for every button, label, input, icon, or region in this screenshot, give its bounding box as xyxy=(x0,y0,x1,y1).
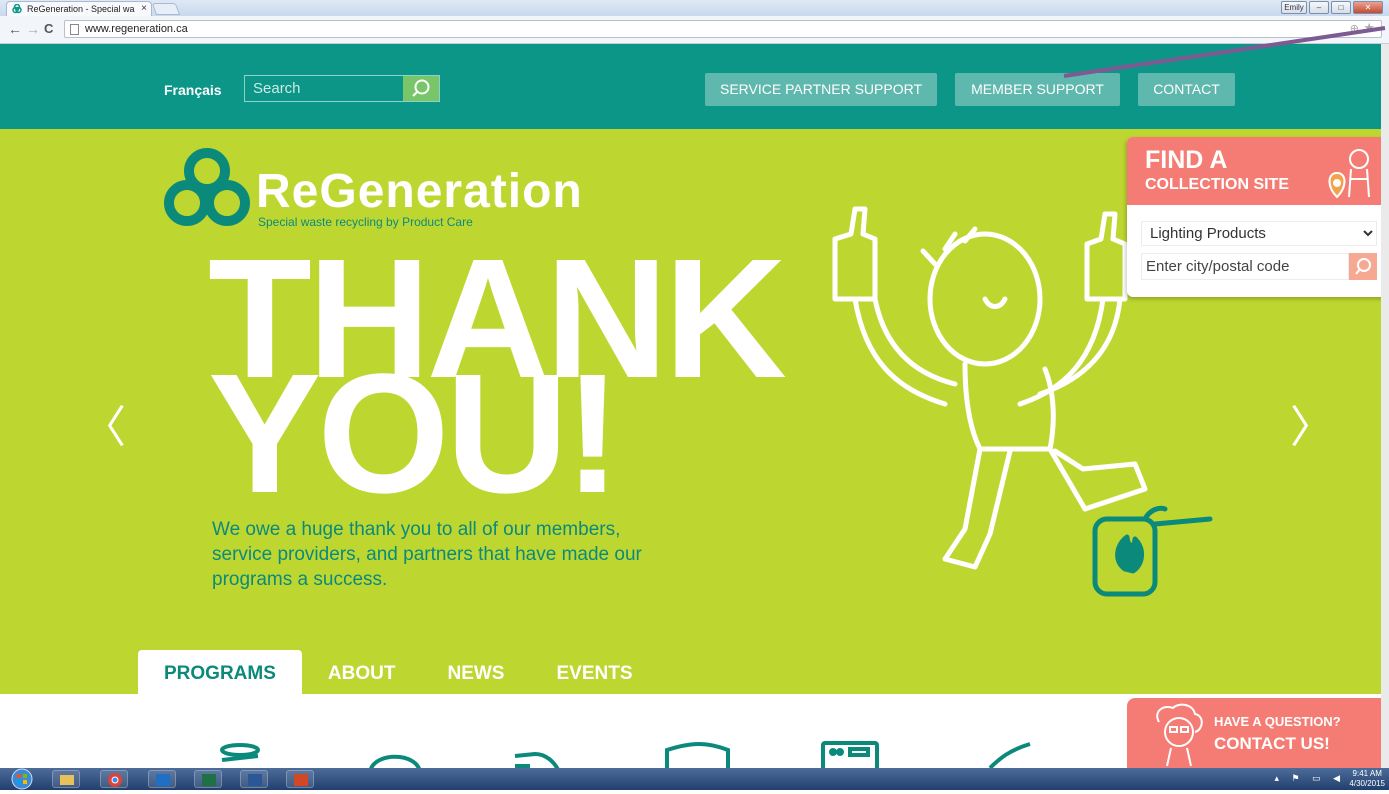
maximize-button[interactable]: □ xyxy=(1331,1,1351,14)
clock-date: 4/30/2015 xyxy=(1349,779,1385,788)
contact-us-widget[interactable]: HAVE A QUESTION? CONTACT US! xyxy=(1127,698,1389,768)
browser-tab-strip: ReGeneration - Special wa × Emily – □ ✕ xyxy=(0,0,1389,16)
question-character-icon xyxy=(1156,703,1203,766)
system-tray-icons[interactable]: ▴ ⚑ ▭ ◀ xyxy=(1274,773,1345,784)
service-partner-support-button[interactable]: SERVICE PARTNER SUPPORT xyxy=(705,73,937,106)
annotation-arrow xyxy=(1063,26,1386,78)
windows-taskbar: ▴ ⚑ ▭ ◀ 9:41 AM 4/30/2015 xyxy=(0,768,1389,790)
logo-wordmark[interactable]: ReGeneration xyxy=(256,164,583,219)
page-scrollbar[interactable] xyxy=(1381,44,1389,768)
clock-time: 9:41 AM xyxy=(1352,769,1382,778)
file-explorer-taskbar-icon[interactable] xyxy=(52,770,80,788)
lighting-program-icon[interactable] xyxy=(365,746,425,768)
search-input[interactable] xyxy=(245,76,405,101)
question-line1: HAVE A QUESTION? xyxy=(1214,714,1341,729)
question-line2: CONTACT US! xyxy=(1214,734,1330,753)
city-postal-input[interactable] xyxy=(1141,253,1349,280)
tab-news[interactable]: NEWS xyxy=(421,650,530,694)
product-category-select[interactable]: Lighting Products xyxy=(1141,221,1377,246)
browser-tab[interactable]: ReGeneration - Special wa × xyxy=(6,1,152,16)
tab-programs[interactable]: PROGRAMS xyxy=(138,650,302,694)
paint-can-program-icon[interactable] xyxy=(215,742,265,768)
propane-program-icon[interactable] xyxy=(985,740,1035,768)
find-collection-site-widget: FIND A COLLECTION SITE Lighting Products xyxy=(1127,137,1389,297)
hero-headline-you: YOU! xyxy=(208,339,621,529)
page-icon xyxy=(70,24,79,35)
regeneration-logo-icon[interactable] xyxy=(162,147,252,229)
word-taskbar-icon[interactable] xyxy=(240,770,268,788)
tab-about[interactable]: ABOUT xyxy=(302,650,422,694)
search-icon xyxy=(412,79,430,97)
carousel-prev-arrow-icon[interactable]: 〈 xyxy=(82,391,126,455)
regeneration-favicon-icon xyxy=(12,4,22,14)
profile-badge[interactable]: Emily xyxy=(1281,1,1307,14)
tab-close-icon[interactable]: × xyxy=(141,2,147,16)
section-tabs: PROGRAMS ABOUT NEWS EVENTS xyxy=(138,650,659,694)
smoke-alarm-program-icon[interactable] xyxy=(662,742,732,768)
new-tab-button[interactable] xyxy=(151,3,181,15)
url-text: www.regeneration.ca xyxy=(85,23,188,35)
start-button-icon[interactable] xyxy=(6,768,38,790)
finder-header: FIND A COLLECTION SITE xyxy=(1127,137,1389,205)
chrome-taskbar-icon[interactable] xyxy=(100,770,128,788)
outlook-taskbar-icon[interactable] xyxy=(148,770,176,788)
powerpoint-taskbar-icon[interactable] xyxy=(286,770,314,788)
window-controls: Emily – □ ✕ xyxy=(1281,1,1383,14)
excel-taskbar-icon[interactable] xyxy=(194,770,222,788)
carousel-next-arrow-icon[interactable]: 〉 xyxy=(1290,391,1334,455)
site-search xyxy=(244,75,440,102)
hero-message: We owe a huge thank you to all of our me… xyxy=(212,519,642,590)
close-window-button[interactable]: ✕ xyxy=(1353,1,1383,14)
minimize-button[interactable]: – xyxy=(1309,1,1329,14)
back-arrow-icon[interactable]: ← xyxy=(8,21,22,37)
search-button[interactable] xyxy=(403,76,439,101)
browser-tab-title: ReGeneration - Special wa xyxy=(27,4,135,14)
tab-events[interactable]: EVENTS xyxy=(530,650,658,694)
city-search-button[interactable] xyxy=(1349,253,1377,280)
search-icon xyxy=(1355,258,1371,275)
language-link[interactable]: Français xyxy=(164,82,222,98)
map-pin-character-icon xyxy=(1328,149,1370,199)
taskbar-clock[interactable]: 9:41 AM 4/30/2015 xyxy=(1349,769,1385,789)
pesticide-program-icon[interactable] xyxy=(510,746,570,768)
finder-title-line1: FIND A xyxy=(1145,146,1228,174)
finder-title-line2: COLLECTION SITE xyxy=(1145,176,1289,193)
reload-icon[interactable]: C xyxy=(44,21,53,36)
thermostat-program-icon[interactable] xyxy=(820,740,880,768)
forward-arrow-icon[interactable]: → xyxy=(26,21,40,37)
